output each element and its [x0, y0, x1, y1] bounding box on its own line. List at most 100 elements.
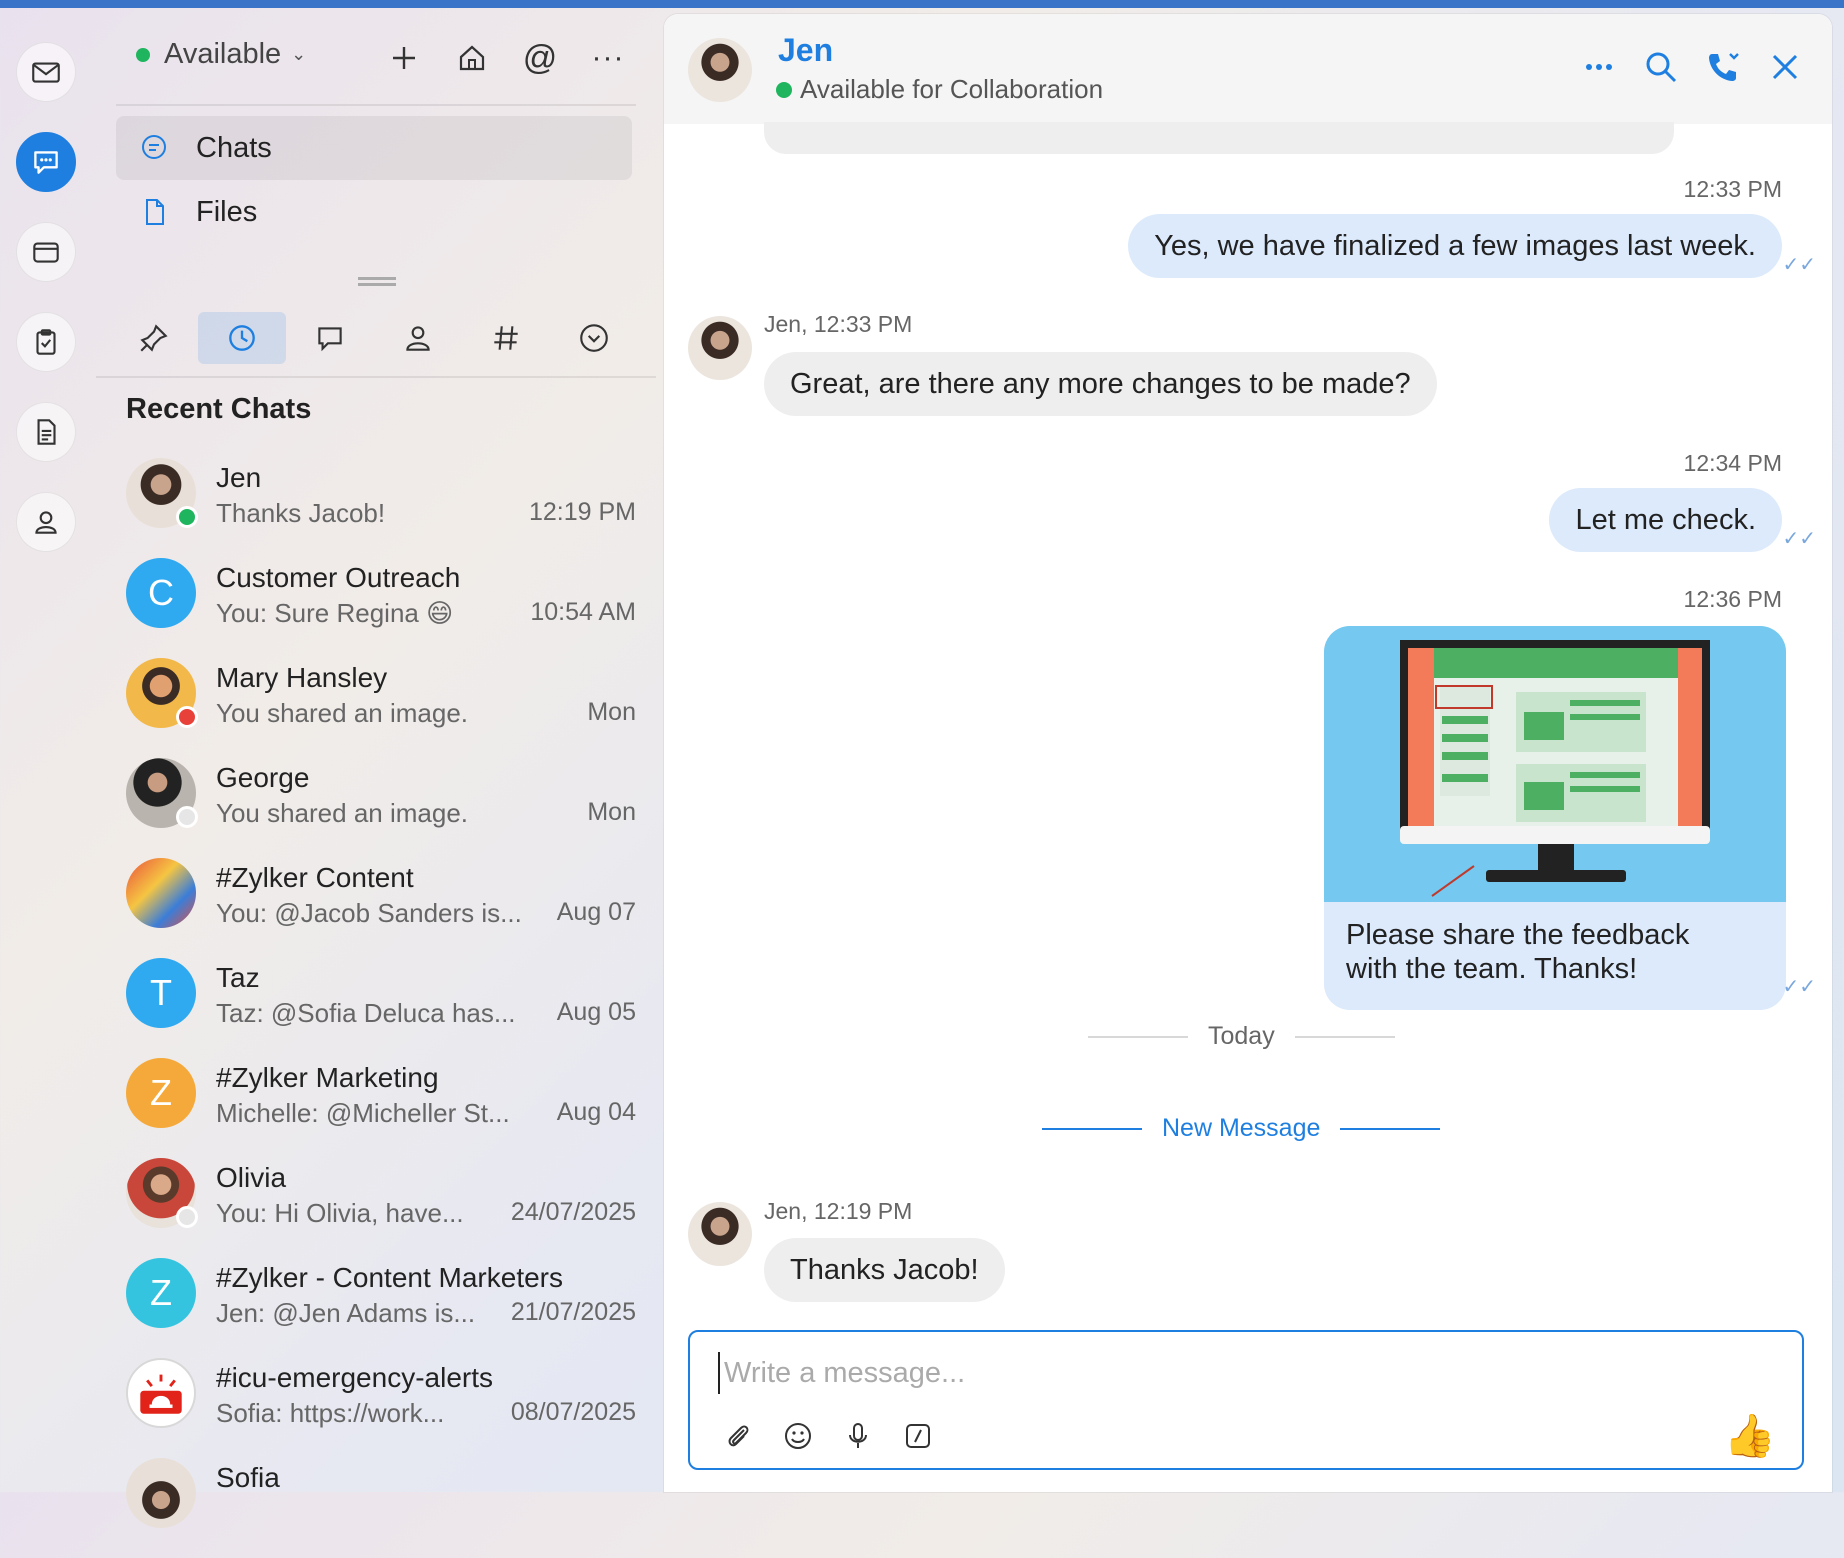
online-status-dot	[136, 47, 150, 62]
resize-handle[interactable]	[358, 277, 396, 286]
shared-image[interactable]	[1324, 626, 1786, 902]
pin-icon[interactable]	[110, 312, 198, 364]
chat-item-sofia[interactable]: Sofia	[126, 1458, 636, 1558]
nav-chats[interactable]: Chats	[116, 116, 632, 180]
threads-icon[interactable]	[286, 312, 374, 364]
new-message-separator: New Message	[1042, 1114, 1441, 1143]
nav-files-label: Files	[196, 195, 258, 228]
chat-name: Jen	[216, 462, 262, 493]
caption-line: Please share the feedback	[1346, 919, 1690, 951]
slash-command-icon[interactable]	[900, 1418, 936, 1454]
conversation-panel: Jen Available for Collaboration 12:33 PM…	[664, 14, 1832, 1492]
read-receipt-icon: ✓✓	[1782, 254, 1816, 276]
conversation-header: Jen Available for Collaboration	[664, 14, 1832, 124]
contact-status: Available for Collaboration	[776, 74, 1103, 105]
thumbs-up-icon[interactable]: 👍	[1724, 1412, 1776, 1461]
emoji-icon[interactable]	[780, 1418, 816, 1454]
chat-name: #Zylker Content	[216, 862, 414, 893]
presence-dot	[176, 506, 198, 528]
recent-chats-list: Jen Thanks Jacob! 12:19 PM C Customer Ou…	[126, 458, 636, 1558]
chat-item-icu-emergency-alerts[interactable]: #icu-emergency-alerts Sofia: https://wor…	[126, 1358, 636, 1458]
person-icon[interactable]	[374, 312, 462, 364]
chat-item-zylker-content[interactable]: #Zylker Content You: @Jacob Sanders is..…	[126, 858, 636, 958]
chat-item-zylker-marketing[interactable]: Z #Zylker Marketing Michelle: @Micheller…	[126, 1058, 636, 1158]
avatar	[126, 1458, 196, 1528]
search-icon[interactable]	[1644, 50, 1678, 84]
avatar: Z	[126, 1058, 196, 1128]
chat-item-jen[interactable]: Jen Thanks Jacob! 12:19 PM	[126, 458, 636, 558]
incoming-message[interactable]: Great, are there any more changes to be …	[764, 352, 1437, 416]
image-message[interactable]: Please share the feedback with the team.…	[1324, 626, 1786, 1010]
chat-time: Aug 05	[556, 998, 636, 1026]
sender-avatar[interactable]	[688, 1202, 752, 1266]
wallet-icon[interactable]	[16, 222, 76, 282]
chat-name: Sofia	[216, 1462, 280, 1493]
chat-item-zylker-content-marketers[interactable]: Z #Zylker - Content Marketers Jen: @Jen …	[126, 1258, 636, 1358]
incoming-message[interactable]: Thanks Jacob!	[764, 1238, 1005, 1302]
chat-name: Taz	[216, 962, 260, 993]
message-input[interactable]	[718, 1352, 1726, 1394]
chat-item-george[interactable]: George You shared an image. Mon	[126, 758, 636, 858]
online-status-dot	[776, 81, 792, 98]
chat-preview: Sofia: https://work...	[216, 1398, 445, 1428]
avatar	[126, 858, 196, 928]
section-title: Recent Chats	[126, 393, 312, 425]
composer-toolbar	[720, 1418, 936, 1454]
separator-line	[1340, 1127, 1441, 1130]
sender-avatar[interactable]	[688, 316, 752, 380]
chat-name: Customer Outreach	[216, 562, 461, 593]
chat-preview: You shared an image.	[216, 698, 469, 728]
nav-files[interactable]: Files	[116, 180, 632, 244]
outgoing-message[interactable]: Yes, we have finalized a few images last…	[1128, 214, 1782, 278]
status-label: Available	[164, 38, 282, 70]
chat-preview: Thanks Jacob!	[216, 498, 386, 528]
mail-icon[interactable]	[16, 42, 76, 102]
chat-preview: You: Hi Olivia, have...	[216, 1198, 464, 1228]
outgoing-message[interactable]: Let me check.	[1549, 488, 1782, 552]
chat-time: 08/07/2025	[510, 1398, 636, 1426]
chat-time: Aug 04	[556, 1098, 636, 1126]
chat-item-customer-outreach[interactable]: C Customer Outreach You: Sure Regina 😄 1…	[126, 558, 636, 658]
chat-time: 21/07/2025	[510, 1298, 636, 1326]
caption-line: with the team. Thanks!	[1346, 953, 1638, 985]
hash-icon[interactable]	[462, 312, 550, 364]
more-horizontal-icon[interactable]	[1582, 50, 1616, 84]
document-icon[interactable]	[16, 402, 76, 462]
image-caption: Please share the feedback with the team.…	[1346, 918, 1689, 986]
contact-avatar[interactable]	[688, 38, 752, 102]
chat-sidebar: Available ⌄ @ ··· Chats Files Recent Cha…	[96, 0, 656, 1528]
separator-line	[1294, 1035, 1395, 1038]
clipboard-icon[interactable]	[16, 312, 76, 372]
mention-icon[interactable]: @	[520, 38, 560, 78]
contact-status-text: Available for Collaboration	[800, 74, 1104, 104]
divider	[96, 376, 656, 378]
home-icon[interactable]	[452, 38, 492, 78]
message-timestamp: 12:36 PM	[1683, 586, 1782, 612]
chat-preview: You: @Jacob Sanders is...	[216, 898, 522, 928]
status-selector[interactable]: Available ⌄	[136, 38, 306, 71]
chat-item-olivia[interactable]: Olivia You: Hi Olivia, have... 24/07/202…	[126, 1158, 636, 1258]
chat-item-mary-hansley[interactable]: Mary Hansley You shared an image. Mon	[126, 658, 636, 758]
more-horizontal-icon[interactable]: ···	[588, 38, 628, 78]
call-icon[interactable]	[1706, 50, 1740, 84]
chat-icon[interactable]	[16, 132, 76, 192]
read-receipt-icon: ✓✓	[1782, 976, 1816, 998]
chat-bubble-icon	[142, 135, 166, 159]
plus-icon[interactable]	[384, 38, 424, 78]
avatar: Z	[126, 1258, 196, 1328]
avatar: T	[126, 958, 196, 1028]
more-circle-icon[interactable]	[550, 312, 638, 364]
nav-chats-label: Chats	[196, 131, 272, 164]
attachment-icon[interactable]	[720, 1418, 756, 1454]
chat-name: #Zylker Marketing	[216, 1062, 439, 1093]
contact-name[interactable]: Jen	[778, 32, 833, 69]
close-icon[interactable]	[1768, 50, 1802, 84]
contact-icon[interactable]	[16, 492, 76, 552]
chat-item-taz[interactable]: T Taz Taz: @Sofia Deluca has... Aug 05	[126, 958, 636, 1058]
clock-icon[interactable]	[198, 312, 286, 364]
chat-name: Mary Hansley	[216, 662, 388, 693]
microphone-icon[interactable]	[840, 1418, 876, 1454]
chat-name: George	[216, 762, 310, 793]
chat-time: 12:19 PM	[528, 498, 636, 526]
chat-time: Mon	[587, 698, 636, 726]
